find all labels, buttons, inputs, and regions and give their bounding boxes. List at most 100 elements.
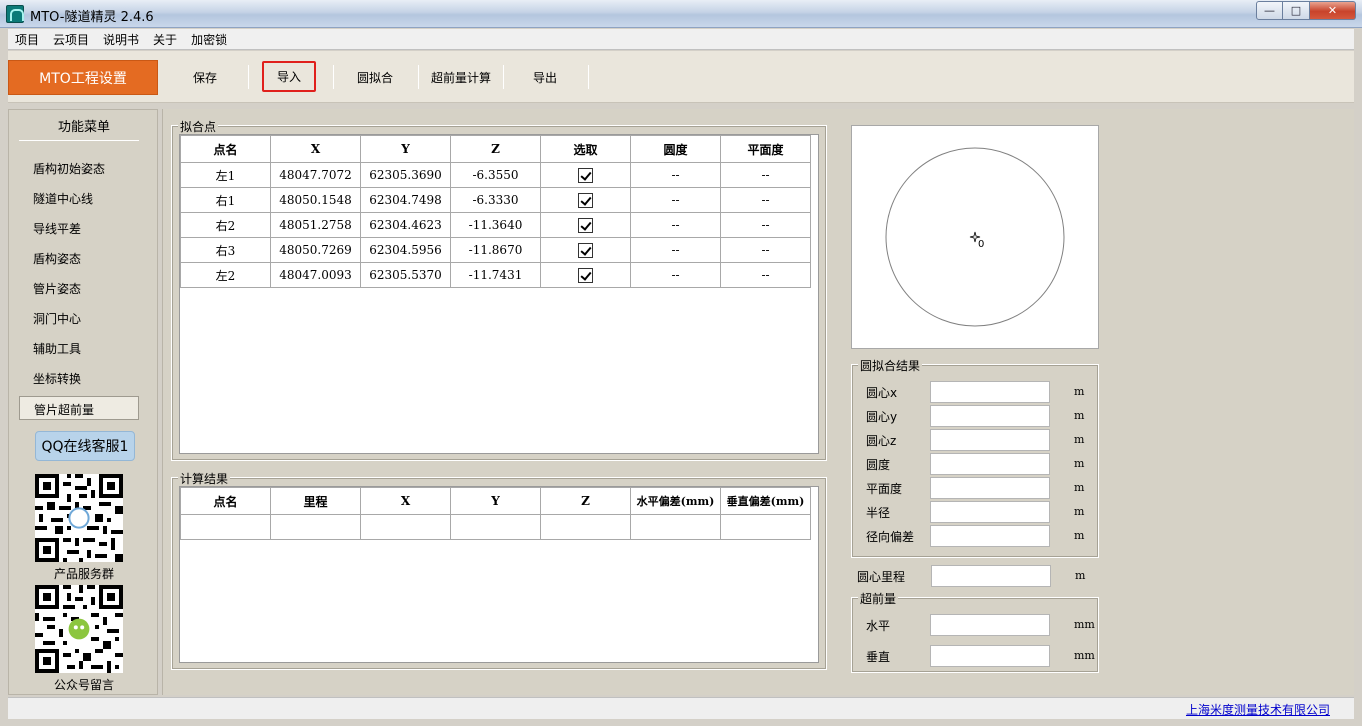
flatness-field[interactable] [930, 477, 1050, 499]
close-icon[interactable]: ✕ [1310, 1, 1356, 20]
table-row[interactable]: 右3 48050.7269 62304.5956 -11.8670 -- -- [180, 237, 811, 263]
toolbar: MTO工程设置 保存 导入 圆拟合 超前量计算 导出 [8, 51, 1354, 103]
sidebar-item-segment-overbreak[interactable]: 管片超前量 [19, 396, 139, 420]
col-header-horizontal-deviation[interactable]: 水平偏差(mm) [630, 487, 721, 515]
sidebar-item-shield-initial-attitude[interactable]: 盾构初始姿态 [33, 160, 105, 177]
center-mileage-label: 圆心里程 [857, 570, 906, 584]
center-y-field[interactable] [930, 405, 1050, 427]
menu-manual[interactable]: 说明书 [96, 31, 146, 48]
col-header-roundness[interactable]: 圆度 [630, 135, 721, 163]
cell-z[interactable]: -11.7431 [450, 262, 541, 288]
cell-point-name[interactable]: 左1 [180, 162, 271, 188]
col-header-z[interactable]: Z [450, 135, 541, 163]
fit-points-header-row: 点名 X Y Z 选取 圆度 平面度 [180, 135, 811, 163]
circle-fit-button[interactable]: 圆拟合 [350, 66, 400, 88]
cell-z[interactable]: -11.3640 [450, 212, 541, 238]
sidebar-item-coordinate-transform[interactable]: 坐标转换 [33, 370, 81, 387]
function-menu-title: 功能菜单 [57, 120, 110, 135]
menu-cloud-project[interactable]: 云项目 [46, 31, 96, 48]
cell-z[interactable]: -11.8670 [450, 237, 541, 263]
cell-point-name[interactable]: 左2 [180, 262, 271, 288]
col-header-vertical-deviation[interactable]: 垂直偏差(mm) [720, 487, 811, 515]
maximize-icon[interactable]: □ [1283, 1, 1310, 20]
fit-points-table: 点名 X Y Z 选取 圆度 平面度 左1 48047.7072 62305.3… [180, 135, 811, 288]
qq-support-button[interactable]: QQ在线客服1 [35, 431, 135, 461]
cell-y[interactable]: 62304.4623 [360, 212, 451, 238]
cell-select [540, 212, 631, 238]
overbreak-vertical-field[interactable] [930, 645, 1050, 667]
save-button[interactable]: 保存 [184, 66, 226, 88]
sidebar-item-portal-center[interactable]: 洞门中心 [33, 310, 81, 327]
table-row[interactable]: 右1 48050.1548 62304.7498 -6.3330 -- -- [180, 187, 811, 213]
table-row[interactable]: 左1 48047.7072 62305.3690 -6.3550 -- -- [180, 162, 811, 188]
cell-x[interactable]: 48047.7072 [270, 162, 361, 188]
cell-empty[interactable] [450, 514, 541, 540]
cell-empty[interactable] [540, 514, 631, 540]
toolbar-separator [333, 65, 334, 89]
minimize-icon[interactable]: — [1256, 1, 1283, 20]
cell-point-name[interactable]: 右2 [180, 212, 271, 238]
col-header-x[interactable]: X [270, 135, 361, 163]
center-mileage-field[interactable] [931, 565, 1051, 587]
cell-y[interactable]: 62304.5956 [360, 237, 451, 263]
calc-results-grid[interactable]: 点名 里程 X Y Z 水平偏差(mm) 垂直偏差(mm) [179, 486, 819, 663]
sidebar-item-segment-attitude[interactable]: 管片姿态 [33, 280, 81, 297]
import-button[interactable]: 导入 [262, 61, 316, 92]
circle-fit-preview: 0 [851, 125, 1099, 349]
fit-points-grid[interactable]: 点名 X Y Z 选取 圆度 平面度 左1 48047.7072 62305.3… [179, 134, 819, 454]
cell-empty[interactable] [630, 514, 721, 540]
overbreak-legend: 超前量 [858, 590, 899, 607]
result-row-center-x: 圆心x m [866, 381, 1096, 403]
table-row[interactable]: 左2 48047.0093 62305.5370 -11.7431 -- -- [180, 262, 811, 288]
project-settings-button[interactable]: MTO工程设置 [8, 60, 158, 95]
select-checkbox[interactable] [578, 217, 593, 233]
cell-point-name[interactable]: 右3 [180, 237, 271, 263]
select-checkbox[interactable] [578, 192, 593, 208]
cell-y[interactable]: 62304.7498 [360, 187, 451, 213]
col-header-mileage[interactable]: 里程 [270, 487, 361, 515]
cell-point-name[interactable]: 右1 [180, 187, 271, 213]
sidebar-item-tunnel-centerline[interactable]: 隧道中心线 [33, 190, 93, 207]
sidebar-item-auxiliary-tools[interactable]: 辅助工具 [33, 340, 81, 357]
menu-about[interactable]: 关于 [146, 31, 184, 48]
menu-project[interactable]: 项目 [8, 31, 46, 48]
cell-y[interactable]: 62305.5370 [360, 262, 451, 288]
center-x-field[interactable] [930, 381, 1050, 403]
cell-x[interactable]: 48050.7269 [270, 237, 361, 263]
col-header-y[interactable]: Y [450, 487, 541, 515]
cell-x[interactable]: 48051.2758 [270, 212, 361, 238]
col-header-point-name[interactable]: 点名 [180, 135, 271, 163]
col-header-z[interactable]: Z [540, 487, 631, 515]
table-row[interactable]: 右2 48051.2758 62304.4623 -11.3640 -- -- [180, 212, 811, 238]
cell-x[interactable]: 48050.1548 [270, 187, 361, 213]
cell-z[interactable]: -6.3550 [450, 162, 541, 188]
menu-dongle[interactable]: 加密锁 [184, 31, 234, 48]
table-row[interactable] [180, 514, 811, 540]
cell-flatness: -- [720, 212, 811, 238]
col-header-flatness[interactable]: 平面度 [720, 135, 811, 163]
sidebar-item-traverse-adjustment[interactable]: 导线平差 [33, 220, 81, 237]
col-header-y[interactable]: Y [360, 135, 451, 163]
cell-empty[interactable] [180, 514, 271, 540]
roundness-field[interactable] [930, 453, 1050, 475]
export-button[interactable]: 导出 [522, 66, 568, 88]
overbreak-horizontal-field[interactable] [930, 614, 1050, 636]
col-header-x[interactable]: X [360, 487, 451, 515]
sidebar-item-shield-attitude[interactable]: 盾构姿态 [33, 250, 81, 267]
col-header-point-name[interactable]: 点名 [180, 487, 271, 515]
radius-field[interactable] [930, 501, 1050, 523]
cell-z[interactable]: -6.3330 [450, 187, 541, 213]
col-header-select[interactable]: 选取 [540, 135, 631, 163]
select-checkbox[interactable] [578, 167, 593, 183]
radial-deviation-field[interactable] [930, 525, 1050, 547]
select-checkbox[interactable] [578, 267, 593, 283]
cell-empty[interactable] [360, 514, 451, 540]
cell-y[interactable]: 62305.3690 [360, 162, 451, 188]
cell-empty[interactable] [720, 514, 811, 540]
select-checkbox[interactable] [578, 242, 593, 258]
cell-empty[interactable] [270, 514, 361, 540]
center-z-field[interactable] [930, 429, 1050, 451]
company-link[interactable]: 上海米度测量技术有限公司 [1186, 701, 1330, 718]
overbreak-calc-button[interactable]: 超前量计算 [426, 66, 496, 88]
cell-x[interactable]: 48047.0093 [270, 262, 361, 288]
